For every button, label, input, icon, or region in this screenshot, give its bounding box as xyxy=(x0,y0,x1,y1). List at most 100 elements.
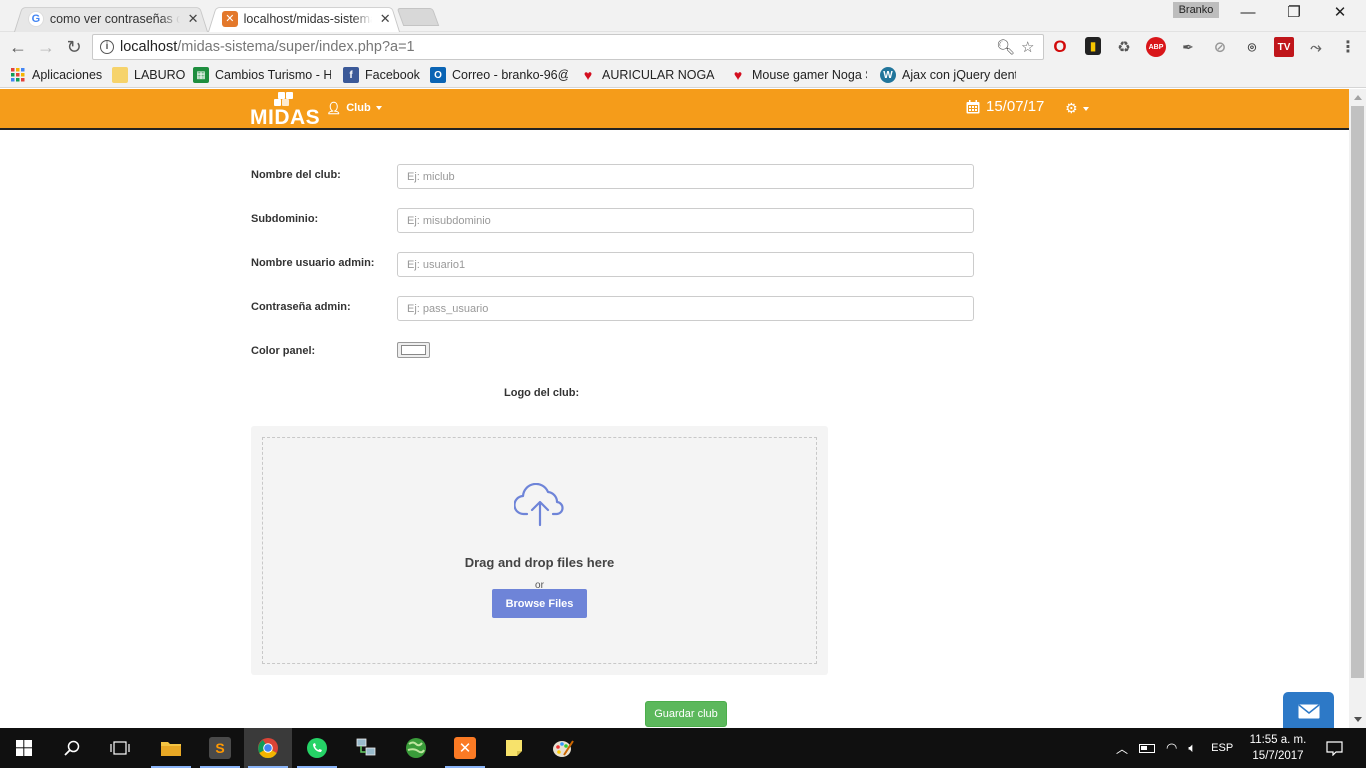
google-icon: G xyxy=(28,10,44,27)
shield-extension-icon[interactable]: ▮ xyxy=(1085,37,1101,55)
color-panel-label: Color panel: xyxy=(251,345,316,357)
chevron-up-icon[interactable]: ︿ xyxy=(1116,740,1128,757)
caret-down-icon xyxy=(1082,106,1089,111)
contact-button[interactable] xyxy=(1283,692,1334,728)
caret-down-icon xyxy=(375,106,382,110)
bookmark-facebook[interactable]: f Facebook xyxy=(343,66,420,84)
new-tab-button[interactable] xyxy=(396,8,440,26)
club-name-input[interactable] xyxy=(397,164,974,189)
recycle-icon[interactable]: ♻ xyxy=(1114,37,1134,57)
save-club-button[interactable]: Guardar club xyxy=(645,701,727,727)
taskbar-chrome[interactable] xyxy=(244,728,292,768)
scroll-down-icon[interactable] xyxy=(1354,717,1362,722)
address-bar[interactable]: i localhost/midas-sistema/super/index.ph… xyxy=(92,34,1044,60)
browser-tab-strip: G como ver contraseñas de ✕ ✕ localhost/… xyxy=(0,0,1366,32)
profile-button[interactable]: Branko xyxy=(1173,2,1219,18)
taskbar-globe-app[interactable] xyxy=(392,728,440,768)
subdomain-label: Subdominio: xyxy=(251,213,319,225)
folder-icon xyxy=(112,67,128,83)
tab-localhost[interactable]: ✕ localhost/midas-sistema/ ✕ xyxy=(208,5,400,32)
bookmark-mouse-gamer[interactable]: ♥ Mouse gamer Noga S xyxy=(730,66,867,84)
search-button[interactable] xyxy=(48,728,96,768)
color-picker[interactable] xyxy=(397,342,430,358)
system-clock[interactable]: 11:55 a. m. 15/7/2017 xyxy=(1244,732,1312,764)
date-text: 15/07/17 xyxy=(986,98,1045,115)
bookmark-laburo[interactable]: LABURO xyxy=(112,66,185,84)
sheets-icon: ▦ xyxy=(193,67,209,83)
restore-icon[interactable]: ❐ xyxy=(1272,4,1316,24)
location-pin-icon[interactable]: ⌾ xyxy=(1242,37,1262,57)
taskbar-network-app[interactable] xyxy=(342,728,390,768)
apps-grid-icon xyxy=(10,67,26,83)
action-center-button[interactable] xyxy=(1322,728,1346,768)
bookmark-ajax-jquery[interactable]: W Ajax con jQuery dent xyxy=(880,66,1016,84)
cloud-upload-icon xyxy=(514,483,564,527)
bookmark-apps[interactable]: Aplicaciones xyxy=(10,66,102,84)
admin-username-row: Nombre usuario admin: xyxy=(251,252,974,278)
midas-logo[interactable]: MIDAS xyxy=(250,92,320,129)
taskbar-sticky-notes[interactable] xyxy=(490,728,538,768)
url-text: localhost/midas-sistema/super/index.php?… xyxy=(120,39,415,55)
tab-title: como ver contraseñas de xyxy=(49,11,181,26)
taskbar-xampp[interactable]: ✕ xyxy=(441,728,489,768)
admin-password-row: Contraseña admin: xyxy=(251,296,974,322)
scrollbar-thumb[interactable] xyxy=(1351,106,1364,678)
envelope-icon xyxy=(1298,703,1319,718)
logo-label: Logo del club: xyxy=(504,387,580,399)
close-window-icon[interactable]: ✕ xyxy=(1318,4,1362,24)
bookmark-star-icon[interactable]: ☆ xyxy=(1021,38,1034,56)
opera-icon[interactable]: O xyxy=(1050,37,1070,57)
subdomain-row: Subdominio: xyxy=(251,208,974,234)
notification-icon xyxy=(1325,740,1343,756)
color-panel-row: Color panel: xyxy=(251,342,974,368)
close-tab-icon[interactable]: ✕ xyxy=(186,11,200,27)
taskbar-file-explorer[interactable] xyxy=(147,728,195,768)
admin-username-input[interactable] xyxy=(397,252,974,277)
compass-icon[interactable]: ⊘ xyxy=(1210,37,1230,57)
zoom-icon[interactable]: 🔍︎ xyxy=(996,38,1015,56)
reload-icon[interactable]: ↻ xyxy=(62,35,86,59)
folder-icon xyxy=(161,742,181,756)
back-icon[interactable]: ← xyxy=(6,35,30,59)
chrome-menu-icon[interactable]: ⋮ xyxy=(1338,37,1358,57)
site-info-icon[interactable]: i xyxy=(100,40,114,54)
dropzone[interactable]: Drag and drop files here or Browse Files xyxy=(262,437,817,664)
tv-extension-icon[interactable]: TV xyxy=(1274,37,1294,57)
scroll-up-icon[interactable] xyxy=(1354,95,1362,100)
club-dropdown[interactable]: 👤︎ Club xyxy=(326,101,382,115)
wifi-icon[interactable]: ◠ xyxy=(1166,740,1177,756)
admin-username-label: Nombre usuario admin: xyxy=(251,257,375,269)
extension-icon[interactable]: ⤳ xyxy=(1306,37,1326,57)
chrome-icon xyxy=(258,738,278,759)
browse-files-button[interactable]: Browse Files xyxy=(492,589,587,618)
wordpress-icon: W xyxy=(880,67,896,83)
club-name-row: Nombre del club: xyxy=(251,164,974,190)
admin-password-input[interactable] xyxy=(397,296,974,321)
tab-google-search[interactable]: G como ver contraseñas de ✕ xyxy=(14,5,208,32)
language-indicator[interactable]: ESP xyxy=(1211,742,1233,754)
forward-icon[interactable]: → xyxy=(34,35,58,59)
page-scrollbar[interactable] xyxy=(1349,89,1366,728)
minimize-icon[interactable]: — xyxy=(1226,4,1270,24)
taskbar-sublime-text[interactable]: S xyxy=(196,728,244,768)
eyedropper-icon[interactable]: ✒ xyxy=(1178,37,1198,57)
task-view-icon xyxy=(110,741,130,755)
taskbar-paint[interactable] xyxy=(539,728,587,768)
adblock-icon[interactable]: ABP xyxy=(1146,37,1166,57)
bookmarks-bar: Aplicaciones LABURO ▦ Cambios Turismo - … xyxy=(0,62,1366,88)
system-tray: ︿ ◠ 🔈︎ ESP xyxy=(1116,728,1233,768)
subdomain-input[interactable] xyxy=(397,208,974,233)
start-button[interactable] xyxy=(0,728,48,768)
battery-icon[interactable] xyxy=(1139,743,1156,753)
bookmark-auricular[interactable]: ♥ AURICULAR NOGA N xyxy=(580,66,716,84)
sticky-notes-icon xyxy=(506,740,522,756)
volume-icon[interactable]: 🔈︎ xyxy=(1188,740,1196,756)
file-upload-area: Drag and drop files here or Browse Files xyxy=(251,426,828,675)
task-view-button[interactable] xyxy=(96,728,144,768)
close-tab-icon[interactable]: ✕ xyxy=(378,11,392,27)
settings-dropdown[interactable]: ⚙ xyxy=(1065,100,1089,117)
taskbar-whatsapp[interactable] xyxy=(293,728,341,768)
heart-icon: ♥ xyxy=(583,67,593,83)
bookmark-cambios-turismo[interactable]: ▦ Cambios Turismo - H xyxy=(193,66,331,84)
bookmark-correo[interactable]: O Correo - branko-96@ xyxy=(430,66,568,84)
